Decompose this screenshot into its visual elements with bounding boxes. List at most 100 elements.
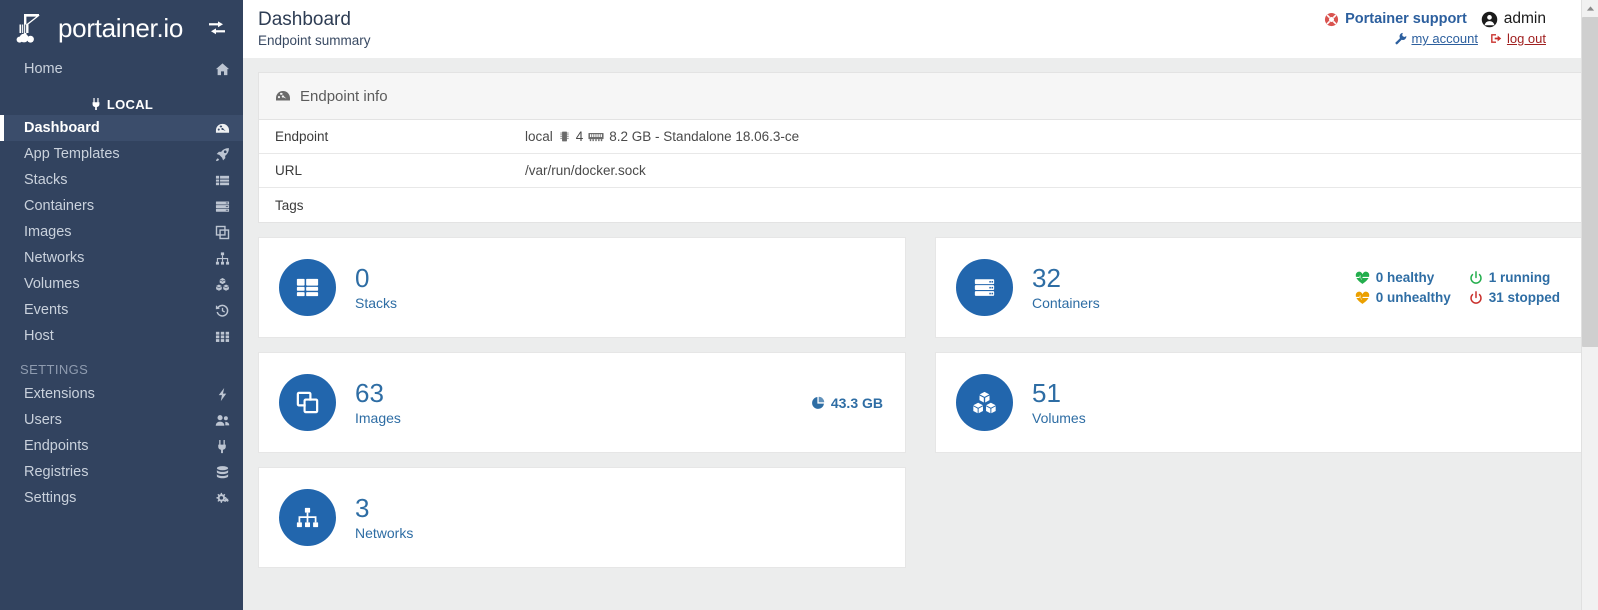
memory-and-version: 8.2 GB - Standalone 18.06.3-ce bbox=[609, 129, 800, 144]
url-row: URL /var/run/docker.sock bbox=[259, 154, 1582, 188]
sidebar-section-local-label: LOCAL bbox=[106, 96, 154, 112]
sidebar-item-containers[interactable]: Containers bbox=[0, 193, 243, 219]
memory-icon bbox=[588, 130, 604, 143]
th-icon bbox=[213, 328, 231, 344]
containers-card-text: 32 Containers bbox=[1032, 264, 1100, 311]
sidebar-item-label: Images bbox=[24, 224, 72, 240]
user-circle-icon bbox=[1481, 11, 1498, 28]
images-card-right: 43.3 GB bbox=[811, 395, 883, 411]
stacks-card-text: 0 Stacks bbox=[355, 264, 397, 311]
page-scrollbar[interactable] bbox=[1581, 0, 1598, 610]
url-row-key: URL bbox=[275, 163, 303, 178]
power-icon bbox=[1469, 290, 1483, 305]
power-icon bbox=[1469, 270, 1483, 285]
plug-icon bbox=[90, 97, 102, 111]
sidebar-item-home[interactable]: Home bbox=[0, 56, 243, 82]
log-out-link[interactable]: log out bbox=[1490, 31, 1546, 46]
main-area: Dashboard Endpoint summary Portainer sup… bbox=[243, 0, 1598, 610]
portainer-support-link[interactable]: Portainer support bbox=[1324, 11, 1467, 27]
sidebar-item-images[interactable]: Images bbox=[0, 219, 243, 245]
sidebar-item-label: Stacks bbox=[24, 172, 68, 188]
stacks-card[interactable]: 0 Stacks bbox=[258, 237, 906, 338]
endpoint-info-panel: Endpoint info Endpoint local 4 8.2 GB - … bbox=[258, 72, 1583, 223]
portainer-app: portainer.io Home LOCAL Dashboard App Te… bbox=[0, 0, 1598, 610]
volumes-card[interactable]: 51 Volumes bbox=[935, 352, 1583, 453]
sidebar-section-local: LOCAL bbox=[0, 93, 243, 115]
sitemap-icon bbox=[213, 250, 231, 266]
cubes-icon bbox=[956, 374, 1013, 431]
sidebar-item-settings[interactable]: Settings bbox=[0, 485, 243, 511]
sidebar-item-label: Containers bbox=[24, 198, 95, 214]
sidebar-item-extensions[interactable]: Extensions bbox=[0, 381, 243, 407]
status-running-label: 1 running bbox=[1488, 270, 1551, 285]
microchip-icon bbox=[558, 130, 571, 143]
stacks-label: Stacks bbox=[355, 295, 398, 311]
sidebar-item-app-templates[interactable]: App Templates bbox=[0, 141, 243, 167]
bolt-icon bbox=[213, 386, 231, 402]
networks-label: Networks bbox=[355, 525, 414, 541]
server-icon bbox=[213, 198, 231, 214]
caret-up-icon[interactable] bbox=[1582, 0, 1598, 17]
images-card[interactable]: 63 Images 43.3 GB bbox=[258, 352, 906, 453]
sidebar-item-label: Dashboard bbox=[24, 120, 100, 136]
log-out-label: log out bbox=[1506, 31, 1546, 46]
clone-icon bbox=[213, 224, 231, 240]
sitemap-icon bbox=[279, 489, 336, 546]
rocket-icon bbox=[213, 146, 231, 162]
page-subtitle: Endpoint summary bbox=[258, 33, 371, 48]
sidebar-section-settings: SETTINGS bbox=[20, 361, 89, 377]
sidebar-item-dashboard[interactable]: Dashboard bbox=[0, 115, 243, 141]
sidebar-item-label: App Templates bbox=[24, 146, 120, 162]
scrollbar-thumb[interactable] bbox=[1582, 17, 1598, 347]
plug-icon bbox=[213, 438, 231, 454]
list-icon bbox=[213, 172, 231, 188]
portainer-support-label: Portainer support bbox=[1345, 11, 1467, 27]
life-ring-icon bbox=[1324, 12, 1339, 27]
containers-status-panel: 0 healthy 1 running 0 unhealthy 31 stopp… bbox=[1355, 270, 1560, 305]
sidebar-item-label: Extensions bbox=[24, 386, 95, 402]
url-row-value: /var/run/docker.sock bbox=[525, 163, 646, 178]
sidebar-item-label: Home bbox=[24, 61, 63, 77]
sidebar-item-events[interactable]: Events bbox=[0, 297, 243, 323]
brand-name: portainer.io bbox=[58, 13, 184, 43]
networks-card-text: 3 Networks bbox=[355, 494, 413, 541]
dashboard-cards: 0 Stacks 63 Images 43.3 GB 3 Networks 32… bbox=[258, 237, 1583, 582]
sidebar-filler bbox=[0, 511, 243, 610]
my-account-link[interactable]: my account bbox=[1394, 31, 1478, 46]
networks-card[interactable]: 3 Networks bbox=[258, 467, 906, 568]
wrench-icon bbox=[1394, 32, 1407, 45]
sidebar-item-endpoints[interactable]: Endpoints bbox=[0, 433, 243, 459]
portainer-crane-logo bbox=[16, 11, 50, 45]
tachometer-icon bbox=[213, 120, 231, 136]
sidebar-item-label: Registries bbox=[24, 464, 89, 480]
status-running: 1 running bbox=[1469, 270, 1560, 285]
clone-icon bbox=[279, 374, 336, 431]
admin-user[interactable]: admin bbox=[1481, 10, 1546, 28]
sidebar-item-host[interactable]: Host bbox=[0, 323, 243, 349]
tags-row-key: Tags bbox=[275, 197, 304, 213]
list-alt-icon bbox=[279, 259, 336, 316]
sidebar-item-volumes[interactable]: Volumes bbox=[0, 271, 243, 297]
exchange-arrows-icon[interactable] bbox=[205, 16, 229, 40]
sidebar-item-registries[interactable]: Registries bbox=[0, 459, 243, 485]
cards-left-column: 0 Stacks 63 Images 43.3 GB 3 Networks bbox=[258, 237, 906, 582]
sign-out-icon bbox=[1490, 32, 1503, 45]
containers-count: 32 bbox=[1032, 263, 1061, 293]
volumes-count: 51 bbox=[1032, 378, 1061, 408]
topbar: Dashboard Endpoint summary Portainer sup… bbox=[243, 0, 1598, 58]
status-healthy-label: 0 healthy bbox=[1375, 270, 1435, 285]
cubes-icon bbox=[213, 276, 231, 292]
topbar-user-row: Portainer support admin bbox=[1324, 10, 1546, 28]
my-account-label: my account bbox=[1411, 31, 1478, 46]
sidebar-item-stacks[interactable]: Stacks bbox=[0, 167, 243, 193]
endpoint-name: local bbox=[525, 129, 553, 144]
page-heading: Dashboard Endpoint summary bbox=[258, 8, 371, 48]
containers-card[interactable]: 32 Containers 0 healthy 1 running 0 unhe… bbox=[935, 237, 1583, 338]
users-icon bbox=[213, 412, 231, 428]
sidebar-item-networks[interactable]: Networks bbox=[0, 245, 243, 271]
containers-status-grid: 0 healthy 1 running 0 unhealthy 31 stopp… bbox=[1355, 270, 1560, 305]
volumes-card-text: 51 Volumes bbox=[1032, 379, 1086, 426]
topbar-right: Portainer support admin my account log o… bbox=[1324, 8, 1586, 46]
sidebar-item-users[interactable]: Users bbox=[0, 407, 243, 433]
sidebar-item-label: Networks bbox=[24, 250, 85, 266]
